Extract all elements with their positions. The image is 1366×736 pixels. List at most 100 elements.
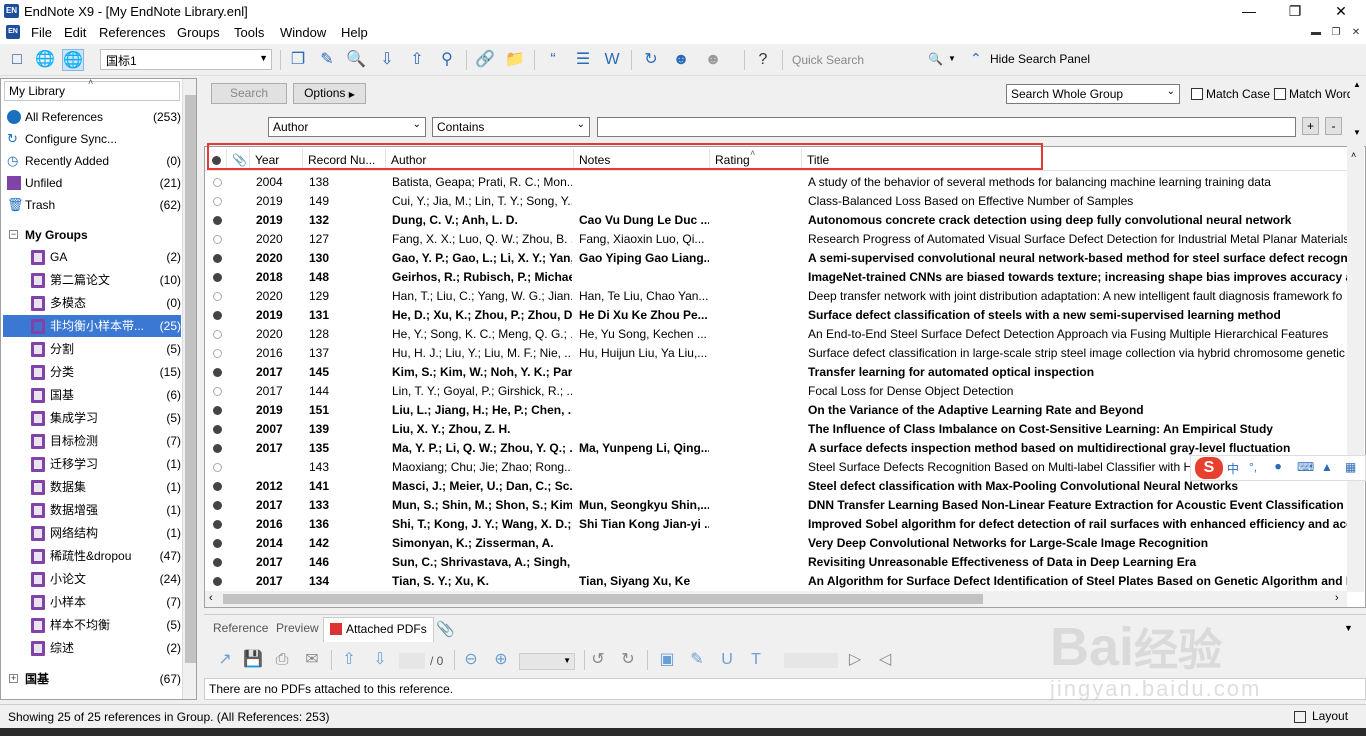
column-read-status[interactable] <box>205 149 227 171</box>
read-status-icon[interactable] <box>213 406 222 415</box>
open-link-icon[interactable]: 🔗 <box>474 49 496 71</box>
restore-icon[interactable]: ❐ <box>1272 0 1318 22</box>
table-row[interactable]: 2017 144 Lin, T. Y.; Goyal, P.; Girshick, … <box>205 382 1353 401</box>
rotate-right-icon[interactable]: ↻ <box>617 649 639 671</box>
sidebar-group-item[interactable]: 数据集 (1) <box>3 476 181 498</box>
column-year[interactable]: Year <box>250 149 303 171</box>
find-input[interactable] <box>784 653 838 668</box>
sidebar-group-item[interactable]: 样本不均衡 (5) <box>3 614 181 636</box>
scroll-right-icon[interactable]: › <box>1335 592 1339 604</box>
new-reference-icon[interactable]: ✎ <box>316 49 338 71</box>
underline-icon[interactable]: U <box>716 649 738 671</box>
search-scope-select[interactable]: Search Whole Group ⌄ <box>1006 84 1180 104</box>
search-panel-scrollbar[interactable]: ▲ ▼ <box>1350 78 1364 142</box>
table-row[interactable]: 2016 137 Hu, H. J.; Liu, Y.; Liu, M. F.; N… <box>205 344 1353 363</box>
format-bibliography-icon[interactable]: ☰ <box>572 49 594 71</box>
save-icon[interactable]: 💾 <box>242 649 264 671</box>
previous-page-icon[interactable]: ⇧ <box>338 649 360 671</box>
tab-attached-pdfs[interactable]: Attached PDFs <box>323 617 434 642</box>
read-status-icon[interactable] <box>213 425 222 434</box>
sync-icon[interactable]: ↻ <box>640 49 662 71</box>
sidebar-group-item[interactable]: 集成学习 (5) <box>3 407 181 429</box>
table-row[interactable]: 2007 139 Liu, X. Y.; Zhou, Z. H. The Influe… <box>205 420 1353 439</box>
table-row[interactable]: 2019 131 He, D.; Xu, K.; Zhou, P.; Zhou, D… <box>205 306 1353 325</box>
menu-window[interactable]: Window <box>280 25 326 40</box>
zoom-out-icon[interactable]: ⊖ <box>460 649 482 671</box>
sidebar-group-item[interactable]: GA (2) <box>3 246 181 268</box>
microphone-icon[interactable]: ⚫ <box>1273 460 1283 474</box>
column-author[interactable]: Author <box>386 149 574 171</box>
menu-file[interactable]: File <box>31 25 52 40</box>
read-status-icon[interactable] <box>213 197 222 206</box>
read-status-icon[interactable] <box>213 216 222 225</box>
export-icon[interactable]: ⇧ <box>406 49 428 71</box>
checkbox-box[interactable] <box>1191 88 1203 100</box>
my-groups-header[interactable]: − My Groups <box>3 224 181 246</box>
online-library-icon[interactable]: 🌐 <box>34 49 56 71</box>
table-row[interactable]: 143 Maoxiang; Chu; Jie; Zhao; Rong... Stee… <box>205 458 1353 477</box>
table-row[interactable]: 2019 132 Dung, C. V.; Anh, L. D. Cao Vu Dun… <box>205 211 1353 230</box>
expand-icon[interactable]: + <box>9 674 18 683</box>
sidebar-item-unfiled[interactable]: Unfiled (21) <box>3 172 181 194</box>
rotate-left-icon[interactable]: ↺ <box>587 649 609 671</box>
email-icon[interactable]: ✉ <box>301 649 323 671</box>
hide-search-panel-button[interactable]: Hide Search Panel <box>990 52 1090 66</box>
paperclip-icon[interactable]: 📎 <box>436 620 455 638</box>
skin-icon[interactable]: ▲ <box>1321 460 1333 474</box>
read-status-icon[interactable] <box>213 273 222 282</box>
word-icon[interactable]: W <box>601 49 623 71</box>
scroll-down-icon[interactable]: ▼ <box>1353 128 1361 137</box>
menu-edit[interactable]: Edit <box>64 25 86 40</box>
insert-citation-icon[interactable]: “ <box>542 49 564 71</box>
zoom-select[interactable]: ▼ <box>519 653 575 670</box>
share-group-icon[interactable]: ☻ <box>702 49 724 71</box>
scroll-left-icon[interactable]: ‹ <box>209 592 213 604</box>
table-row[interactable]: 2014 142 Simonyan, K.; Zisserman, A. Very D… <box>205 534 1353 553</box>
match-case-checkbox[interactable]: Match Case <box>1191 87 1270 101</box>
table-row[interactable]: 2012 141 Masci, J.; Meier, U.; Dan, C.; Sc… <box>205 477 1353 496</box>
keyboard-icon[interactable]: ⌨ <box>1297 460 1314 474</box>
find-previous-icon[interactable]: ◁ <box>874 649 896 671</box>
read-status-icon[interactable] <box>213 368 222 377</box>
table-row[interactable]: 2004 138 Batista, Geapa; Prati, R. C.; Mon… <box>205 173 1353 192</box>
add-search-row-button[interactable]: + <box>1302 117 1319 135</box>
column-record-number[interactable]: Record Nu... <box>303 149 386 171</box>
help-icon[interactable]: ? <box>752 49 774 71</box>
sidebar-group-item[interactable]: 综述 (2) <box>3 637 181 659</box>
search-condition-select[interactable]: Contains ⌄ <box>432 117 590 137</box>
column-notes[interactable]: Notes <box>574 149 710 171</box>
table-row[interactable]: 2020 128 He, Y.; Song, K. C.; Meng, Q. G.;… <box>205 325 1353 344</box>
table-row[interactable]: 2020 130 Gao, Y. P.; Gao, L.; Li, X. Y.; Y… <box>205 249 1353 268</box>
copy-formatted-icon[interactable]: ❐ <box>287 49 309 71</box>
sidebar-item-recently-added[interactable]: ◷ Recently Added (0) <box>3 150 181 172</box>
sidebar-group-item[interactable]: 分割 (5) <box>3 338 181 360</box>
search-value-input[interactable] <box>597 117 1296 137</box>
read-status-icon[interactable] <box>213 311 222 320</box>
read-status-icon[interactable] <box>213 520 222 529</box>
list-vertical-scrollbar[interactable]: ˄ <box>1347 146 1364 592</box>
table-row[interactable]: 2017 135 Ma, Y. P.; Li, Q. W.; Zhou, Y. Q.… <box>205 439 1353 458</box>
scroll-up-icon[interactable]: ▲ <box>1353 80 1361 89</box>
read-status-icon[interactable] <box>213 235 222 244</box>
column-rating[interactable]: Rating ˄ <box>710 148 802 171</box>
ime-punctuation-icon[interactable]: °, <box>1249 460 1257 474</box>
sidebar-item-configure-sync[interactable]: ↻ Configure Sync... <box>3 128 181 150</box>
search-button[interactable]: Search <box>211 83 287 104</box>
sidebar-group-item[interactable]: 分类 (15) <box>3 361 181 383</box>
read-status-icon[interactable] <box>213 254 222 263</box>
ime-chinese-mode[interactable]: 中 <box>1227 460 1239 477</box>
menu-tools[interactable]: Tools <box>234 25 264 40</box>
integrated-library-icon[interactable]: 🌐 <box>62 49 84 71</box>
menu-references[interactable]: References <box>99 25 165 40</box>
read-status-icon[interactable] <box>213 577 222 586</box>
print-icon[interactable]: ⎙ <box>271 649 293 671</box>
strikethrough-icon[interactable]: T <box>745 649 767 671</box>
table-row[interactable]: 2017 133 Mun, S.; Shin, M.; Shon, S.; Kim.… <box>205 496 1353 515</box>
sidebar-item-all-references[interactable]: All References (253) <box>3 106 181 128</box>
sidebar-item-group-set[interactable]: + 国基 (67) <box>3 668 181 690</box>
scroll-thumb[interactable] <box>185 95 196 663</box>
menu-help[interactable]: Help <box>341 25 368 40</box>
read-status-icon[interactable] <box>213 178 222 187</box>
layout-icon[interactable] <box>1294 711 1306 723</box>
table-row[interactable]: 2017 134 Tian, S. Y.; Xu, K. Tian, Siyang X… <box>205 572 1353 591</box>
